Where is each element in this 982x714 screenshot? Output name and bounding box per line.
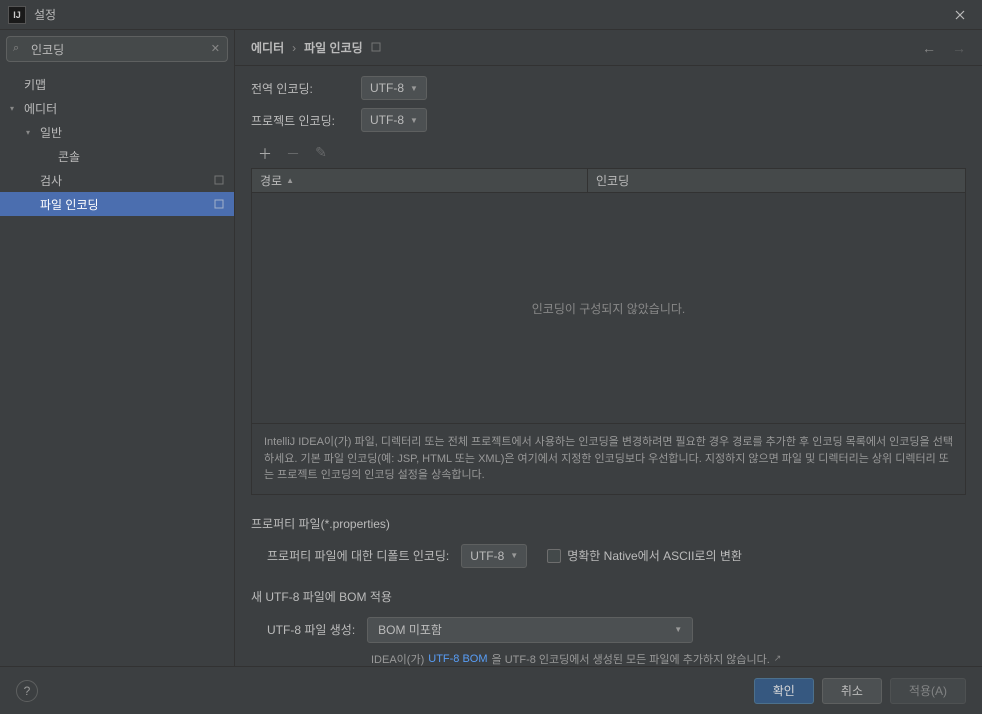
external-link-icon: ↗ — [774, 653, 782, 664]
nav-forward-button[interactable]: → — [952, 40, 966, 56]
global-encoding-label: 전역 인코딩: — [251, 80, 349, 97]
sort-asc-icon: ▲ — [286, 176, 294, 185]
sidebar-item-label: 파일 인코딩 — [40, 196, 214, 213]
properties-encoding-dropdown[interactable]: UTF-8 ▼ — [461, 544, 527, 568]
help-button[interactable]: ? — [16, 680, 38, 702]
chevron-down-icon: ▼ — [410, 84, 418, 93]
sidebar-item-general[interactable]: ▾ 일반 — [0, 120, 234, 144]
breadcrumb-item: 파일 인코딩 — [304, 39, 363, 56]
breadcrumb: 에디터 › 파일 인코딩 ← → — [235, 30, 982, 66]
properties-default-label: 프로퍼티 파일에 대한 디폴트 인코딩: — [267, 547, 449, 564]
sidebar-item-label: 콘솔 — [58, 148, 234, 165]
close-button[interactable] — [937, 0, 982, 30]
edit-button[interactable]: ✎ — [313, 144, 329, 164]
project-scope-icon — [371, 41, 381, 55]
remove-button[interactable]: － — [285, 144, 301, 164]
sidebar-item-label: 키맵 — [24, 76, 234, 93]
dropdown-value: UTF-8 — [470, 549, 504, 563]
dropdown-value: UTF-8 — [370, 81, 404, 95]
native-to-ascii-label: 명확한 Native에서 ASCII로의 변환 — [567, 547, 742, 564]
sidebar-item-console[interactable]: 콘솔 — [0, 144, 234, 168]
chevron-down-icon: ▼ — [510, 551, 518, 560]
bom-dropdown[interactable]: BOM 미포함 ▼ — [367, 617, 693, 643]
window-title: 설정 — [34, 6, 937, 23]
column-header-label: 인코딩 — [596, 172, 629, 189]
project-encoding-label: 프로젝트 인코딩: — [251, 112, 349, 129]
button-label: 적용(A) — [909, 682, 947, 699]
project-encoding-dropdown[interactable]: UTF-8 ▼ — [361, 108, 427, 132]
encoding-table-body: 인코딩이 구성되지 않았습니다. — [252, 193, 965, 423]
sidebar-item-file-encodings[interactable]: 파일 인코딩 — [0, 192, 234, 216]
sidebar-item-label: 에디터 — [24, 100, 234, 117]
global-encoding-dropdown[interactable]: UTF-8 ▼ — [361, 76, 427, 100]
apply-button[interactable]: 적용(A) — [890, 678, 966, 704]
native-to-ascii-checkbox[interactable] — [547, 549, 561, 563]
info-text: IntelliJ IDEA이(가) 파일, 디렉터리 또는 전체 프로젝트에서 … — [252, 423, 965, 494]
chevron-down-icon: ▾ — [26, 128, 40, 137]
nav-back-button[interactable]: ← — [922, 40, 936, 56]
project-scope-icon — [214, 199, 224, 209]
button-label: 확인 — [773, 682, 795, 699]
chevron-right-icon: › — [292, 41, 296, 55]
search-input[interactable] — [6, 36, 228, 62]
cancel-button[interactable]: 취소 — [822, 678, 882, 704]
bom-label: UTF-8 파일 생성: — [267, 621, 355, 638]
bom-help-text: IDEA이(가) UTF-8 BOM 을 UTF-8 인코딩에서 생성된 모든 … — [251, 651, 966, 667]
breadcrumb-item[interactable]: 에디터 — [251, 39, 284, 56]
sidebar-item-inspections[interactable]: 검사 — [0, 168, 234, 192]
bom-help-link[interactable]: UTF-8 BOM — [428, 653, 487, 665]
bom-section-title: 새 UTF-8 파일에 BOM 적용 — [251, 588, 966, 605]
empty-state-text: 인코딩이 구성되지 않았습니다. — [532, 300, 686, 317]
column-header-encoding[interactable]: 인코딩 — [588, 169, 965, 192]
column-header-path[interactable]: 경로 ▲ — [252, 169, 588, 192]
chevron-down-icon: ▾ — [10, 104, 24, 113]
dropdown-value: UTF-8 — [370, 113, 404, 127]
chevron-down-icon: ▼ — [410, 116, 418, 125]
chevron-down-icon: ▼ — [674, 625, 682, 634]
button-label: 취소 — [841, 682, 863, 699]
sidebar-item-label: 검사 — [40, 172, 214, 189]
clear-search-icon[interactable]: ✕ — [211, 42, 220, 55]
sidebar-item-keymap[interactable]: 키맵 — [0, 72, 234, 96]
properties-section-title: 프로퍼티 파일(*.properties) — [251, 515, 966, 532]
sidebar-item-label: 일반 — [40, 124, 234, 141]
project-scope-icon — [214, 175, 224, 185]
ok-button[interactable]: 확인 — [754, 678, 814, 704]
dropdown-value: BOM 미포함 — [378, 621, 442, 638]
column-header-label: 경로 — [260, 172, 282, 189]
app-icon: IJ — [8, 6, 26, 24]
sidebar-item-editor[interactable]: ▾ 에디터 — [0, 96, 234, 120]
search-icon: ⌕ — [13, 42, 19, 55]
add-button[interactable]: ＋ — [257, 144, 273, 164]
